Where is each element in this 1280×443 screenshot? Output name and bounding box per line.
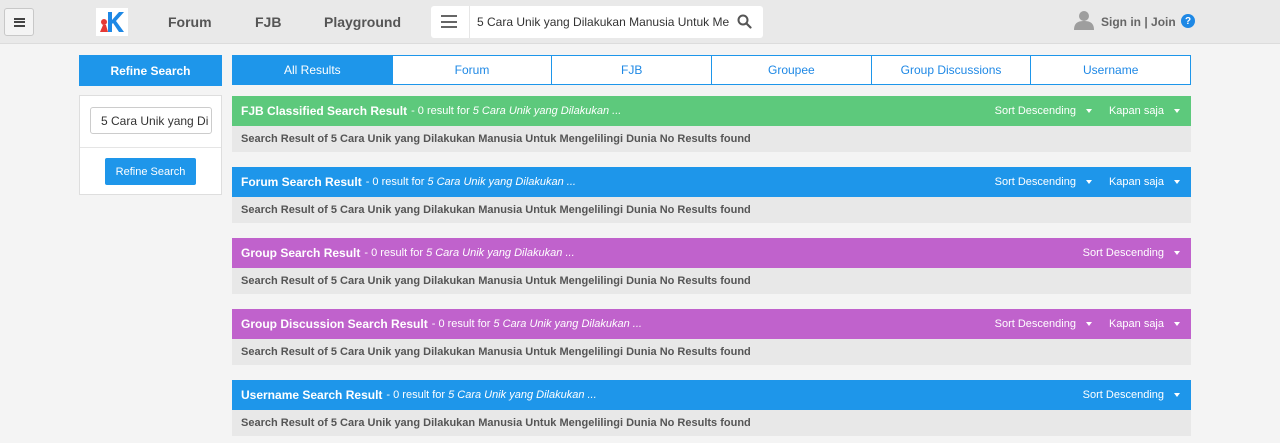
- signin-label: Sign in | Join: [1101, 15, 1176, 29]
- hamburger-icon: [13, 17, 25, 27]
- search-bar: [431, 6, 763, 38]
- sort-dropdown[interactable]: Sort Descending: [995, 176, 1092, 188]
- sort-dropdown[interactable]: Sort Descending: [1083, 389, 1180, 401]
- caret-down-icon: [1174, 322, 1180, 326]
- help-icon[interactable]: ?: [1181, 14, 1195, 28]
- sort-label: Sort Descending: [994, 176, 1076, 188]
- section-body: Search Result of 5 Cara Unik yang Dilaku…: [232, 197, 1191, 223]
- tab-username[interactable]: Username: [1031, 55, 1192, 85]
- tab-fjb[interactable]: FJB: [552, 55, 713, 85]
- section-body: Search Result of 5 Cara Unik yang Dilaku…: [232, 339, 1191, 365]
- search-query: 5 Cara Unik yang Dilakukan ...: [493, 318, 642, 330]
- sort-label: Sort Descending: [994, 318, 1076, 330]
- caret-down-icon: [1174, 180, 1180, 184]
- search-divider: [469, 6, 470, 38]
- section-header: Forum Search Result - 0 result for 5 Car…: [232, 167, 1191, 197]
- section-header: Group Discussion Search Result - 0 resul…: [232, 309, 1191, 339]
- signin-link[interactable]: Sign in | Join: [1073, 10, 1176, 35]
- tab-all-results[interactable]: All Results: [232, 55, 393, 85]
- tab-forum[interactable]: Forum: [392, 55, 553, 85]
- search-icon[interactable]: [737, 14, 752, 34]
- user-icon: [1073, 10, 1095, 35]
- section-title: Group Discussion Search Result: [241, 317, 428, 331]
- section-body: Search Result of 5 Cara Unik yang Dilaku…: [232, 268, 1191, 294]
- tab-group-discussions[interactable]: Group Discussions: [871, 55, 1032, 85]
- section-header: Username Search Result - 0 result for 5 …: [232, 380, 1191, 410]
- group-result-section: Group Search Result - 0 result for 5 Car…: [232, 238, 1191, 294]
- result-count: - 0 result for: [365, 176, 425, 188]
- result-count: - 0 result for: [364, 247, 424, 259]
- section-title: Group Search Result: [241, 246, 361, 260]
- section-body: Search Result of 5 Cara Unik yang Dilaku…: [232, 126, 1191, 152]
- forum-result-section: Forum Search Result - 0 result for 5 Car…: [232, 167, 1191, 223]
- list-icon[interactable]: [441, 15, 457, 28]
- tab-groupee[interactable]: Groupee: [712, 55, 872, 85]
- fjb-result-section: FJB Classified Search Result - 0 result …: [232, 96, 1191, 152]
- section-header: FJB Classified Search Result - 0 result …: [232, 96, 1191, 126]
- result-count: - 0 result for: [431, 318, 491, 330]
- nav-forum[interactable]: Forum: [168, 14, 212, 30]
- result-count: - 0 result for: [411, 105, 470, 117]
- refine-search-panel: Refine Search: [79, 95, 222, 195]
- section-title: Username Search Result: [241, 388, 383, 402]
- sort-dropdown[interactable]: Sort Descending: [995, 318, 1092, 330]
- time-label: Kapan saja: [1108, 176, 1164, 188]
- caret-down-icon: [1085, 109, 1092, 113]
- main-menu-button[interactable]: [4, 8, 34, 36]
- caret-down-icon: [1085, 180, 1092, 184]
- group-discussion-result-section: Group Discussion Search Result - 0 resul…: [232, 309, 1191, 365]
- search-query: 5 Cara Unik yang Dilakukan ...: [472, 105, 622, 117]
- section-title: Forum Search Result: [241, 175, 362, 189]
- sort-label: Sort Descending: [1082, 389, 1164, 401]
- sort-label: Sort Descending: [994, 105, 1076, 117]
- time-dropdown[interactable]: Kapan saja: [1109, 318, 1180, 330]
- section-header: Group Search Result - 0 result for 5 Car…: [232, 238, 1191, 268]
- time-label: Kapan saja: [1108, 318, 1164, 330]
- refine-divider: [80, 147, 221, 148]
- search-query: 5 Cara Unik yang Dilakukan ...: [426, 247, 575, 259]
- time-dropdown[interactable]: Kapan saja: [1109, 176, 1180, 188]
- result-count: - 0 result for: [386, 389, 446, 401]
- sort-dropdown[interactable]: Sort Descending: [1083, 247, 1180, 259]
- refine-search-input[interactable]: [90, 107, 212, 134]
- sort-dropdown[interactable]: Sort Descending: [995, 105, 1092, 117]
- section-title: FJB Classified Search Result: [241, 104, 408, 118]
- search-query: 5 Cara Unik yang Dilakukan ...: [427, 176, 576, 188]
- section-body: Search Result of 5 Cara Unik yang Dilaku…: [232, 410, 1191, 436]
- caret-down-icon: [1174, 109, 1180, 113]
- refine-search-button[interactable]: Refine Search: [105, 158, 196, 185]
- nav-fjb[interactable]: FJB: [255, 14, 281, 30]
- result-tabs: All Results Forum FJB Groupee Group Disc…: [232, 55, 1192, 85]
- caret-down-icon: [1085, 322, 1092, 326]
- caret-down-icon: [1174, 251, 1180, 255]
- refine-search-title: Refine Search: [79, 55, 222, 86]
- kaskus-logo[interactable]: [96, 8, 128, 36]
- nav-playground[interactable]: Playground: [324, 14, 401, 30]
- search-input[interactable]: [477, 6, 731, 38]
- caret-down-icon: [1174, 393, 1180, 397]
- sort-label: Sort Descending: [1082, 247, 1164, 259]
- time-dropdown[interactable]: Kapan saja: [1109, 105, 1180, 117]
- top-bar: Forum FJB Playground Sign in | Join ?: [0, 0, 1280, 44]
- search-query: 5 Cara Unik yang Dilakukan ...: [448, 389, 597, 401]
- username-result-section: Username Search Result - 0 result for 5 …: [232, 380, 1191, 436]
- time-label: Kapan saja: [1108, 105, 1164, 117]
